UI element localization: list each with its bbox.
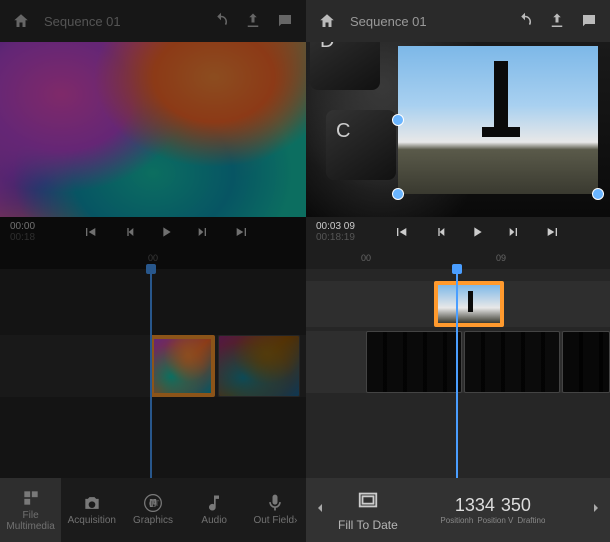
tab-acquisition[interactable]: Acquisition (61, 478, 122, 542)
playhead[interactable] (456, 269, 458, 478)
play-icon[interactable] (158, 224, 174, 240)
undo-icon[interactable] (516, 12, 534, 30)
undo-icon[interactable] (212, 12, 230, 30)
clip-thumb (465, 332, 559, 392)
overlay-monument (494, 61, 508, 131)
ruler-mark: 00 (148, 253, 158, 263)
comment-icon[interactable] (276, 12, 294, 30)
overlay-track[interactable] (306, 281, 610, 327)
clip-keyboard-2[interactable] (464, 331, 560, 393)
share-icon[interactable] (548, 12, 566, 30)
fill-to-date-button[interactable]: Fill To Date (338, 489, 398, 532)
tab-graphics[interactable]: GT Graphics (122, 478, 183, 542)
overlay-clip-frame[interactable] (398, 46, 598, 194)
bottombar-right: Fill To Date 1334 350 Positionh Position… (306, 478, 610, 542)
preview-right[interactable]: D C (306, 42, 610, 217)
time-full: 00:18:19 (316, 232, 355, 243)
svg-text:T: T (155, 499, 160, 508)
bottombar-left: File Multimedia Acquisition GT Graphics … (0, 478, 306, 542)
share-icon[interactable] (244, 12, 262, 30)
next-icon[interactable] (545, 224, 561, 240)
clip-thumb (367, 332, 461, 392)
resize-handle-w[interactable] (392, 114, 404, 126)
clip-thumb (563, 332, 609, 392)
label-position-v: Position V (477, 516, 513, 525)
clip-keyboard-1[interactable] (366, 331, 462, 393)
clip-thumb (219, 336, 299, 396)
clip-thumb (154, 339, 211, 393)
preview-video-frame (0, 42, 306, 217)
step-fwd-icon[interactable] (196, 224, 212, 240)
step-back-icon[interactable] (120, 224, 136, 240)
step-back-icon[interactable] (431, 224, 447, 240)
timecode: 00:03 09 00:18:19 (316, 221, 355, 243)
timecode: 00:00 00:18 (10, 221, 35, 243)
topbar-left: Sequence 01 (0, 0, 306, 42)
left-panel: Sequence 01 00:00 00:18 00 (0, 0, 306, 542)
tab-label: Out Field› (253, 516, 297, 527)
key-c: C (326, 110, 396, 180)
play-icon[interactable] (469, 224, 485, 240)
playhead[interactable] (150, 269, 152, 478)
tab-audio[interactable]: Audio (184, 478, 245, 542)
label-position-h: Positionh (440, 516, 473, 525)
readout-labels: Positionh Position V Draftino (440, 516, 545, 525)
tab-label: File Multimedia (3, 511, 59, 532)
transport-left (35, 224, 296, 240)
fill-to-date-label: Fill To Date (338, 518, 398, 532)
time-current: 00:03 09 (316, 221, 355, 232)
transport-right (355, 224, 600, 240)
timeline-left[interactable] (0, 269, 306, 478)
timebar-right: 00:03 09 00:18:19 (306, 217, 610, 247)
home-icon[interactable] (318, 12, 336, 30)
clip-thumb (438, 285, 500, 323)
timeline-right[interactable] (306, 269, 610, 478)
comment-icon[interactable] (580, 12, 598, 30)
tab-label: Acquisition (68, 516, 116, 527)
prev-icon[interactable] (393, 224, 409, 240)
clip-monument-selected[interactable] (434, 281, 504, 327)
ruler-mark: 00 (361, 253, 371, 263)
time-full: 00:18 (10, 232, 35, 243)
clip-abstract-2[interactable] (218, 335, 300, 397)
home-icon[interactable] (12, 12, 30, 30)
ruler-mark: 09 (496, 253, 506, 263)
video-track[interactable] (0, 335, 306, 397)
numeric-readout[interactable]: 1334 350 (455, 495, 531, 516)
frame-icon (357, 489, 379, 514)
topbar-right: Sequence 01 (306, 0, 610, 42)
chevron-left-icon[interactable] (312, 500, 328, 521)
chevron-right-icon[interactable] (588, 500, 604, 521)
step-fwd-icon[interactable] (507, 224, 523, 240)
sequence-title[interactable]: Sequence 01 (44, 14, 121, 29)
resize-handle-sw[interactable] (392, 188, 404, 200)
label-drafting: Draftino (517, 516, 545, 525)
timebar-left: 00:00 00:18 (0, 217, 306, 247)
key-d: D (310, 42, 380, 90)
preview-left[interactable] (0, 42, 306, 217)
next-icon[interactable] (234, 224, 250, 240)
tab-label: Audio (201, 516, 227, 527)
clip-keyboard-3[interactable] (562, 331, 610, 393)
video-track[interactable] (306, 331, 610, 393)
tab-file-multimedia[interactable]: File Multimedia (0, 478, 61, 542)
readout-2: 350 (501, 495, 531, 516)
sequence-title[interactable]: Sequence 01 (350, 14, 427, 29)
resize-handle-se[interactable] (592, 188, 604, 200)
time-current: 00:00 (10, 221, 35, 232)
readout-1: 1334 (455, 495, 495, 516)
prev-icon[interactable] (82, 224, 98, 240)
right-panel: Sequence 01 D C 00:03 09 00:18:19 (306, 0, 610, 542)
tab-label: Graphics (133, 516, 173, 527)
tab-out-field[interactable]: Out Field› (245, 478, 306, 542)
clip-abstract-selected[interactable] (150, 335, 215, 397)
